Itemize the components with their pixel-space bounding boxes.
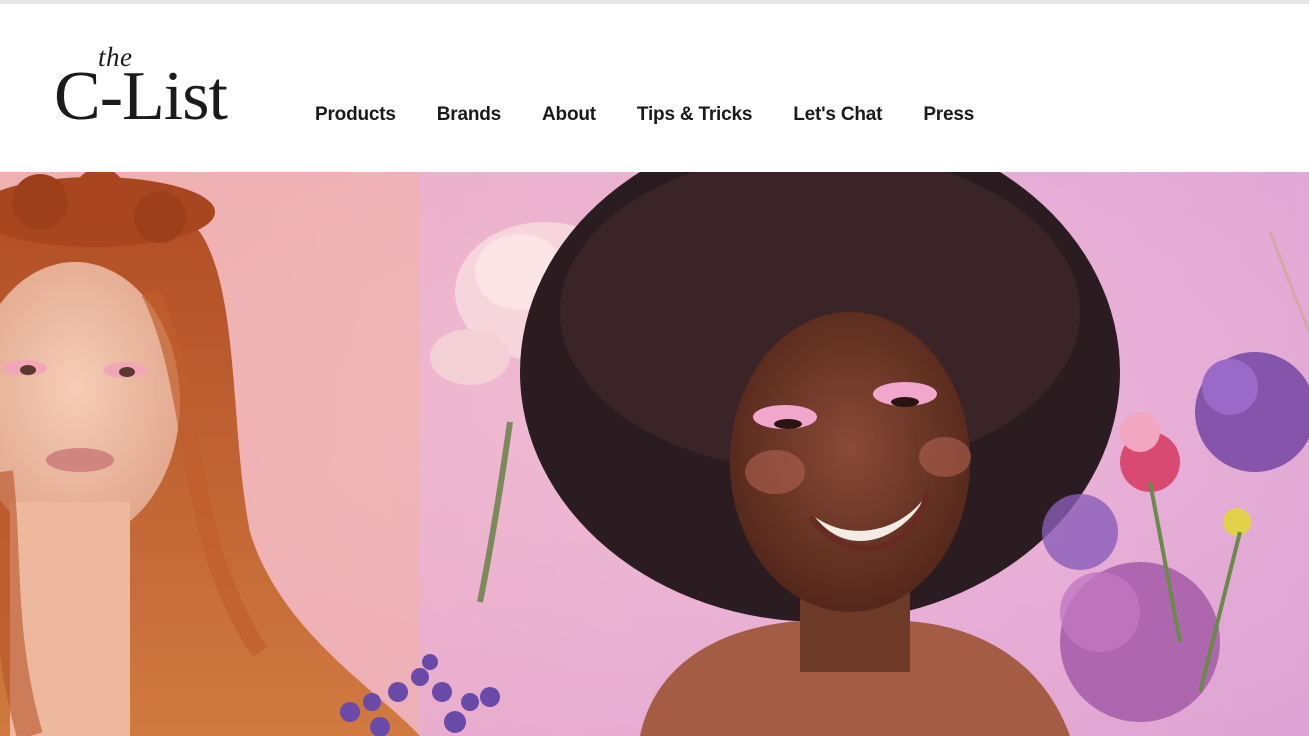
nav-lets-chat[interactable]: Let's Chat	[793, 104, 882, 126]
nav-tips-tricks[interactable]: Tips & Tricks	[637, 104, 753, 126]
site-header: the C-List Products Brands About Tips & …	[0, 4, 1309, 172]
hero-photo	[0, 172, 1309, 736]
main-nav: Products Brands About Tips & Tricks Let'…	[315, 104, 1015, 126]
nav-about[interactable]: About	[542, 104, 596, 126]
nav-press[interactable]: Press	[923, 104, 974, 126]
site-logo[interactable]: the C-List	[54, 42, 254, 142]
nav-brands[interactable]: Brands	[437, 104, 501, 126]
hero-image	[0, 172, 1309, 736]
nav-products[interactable]: Products	[315, 104, 396, 126]
logo-main-text: C-List	[54, 58, 228, 135]
